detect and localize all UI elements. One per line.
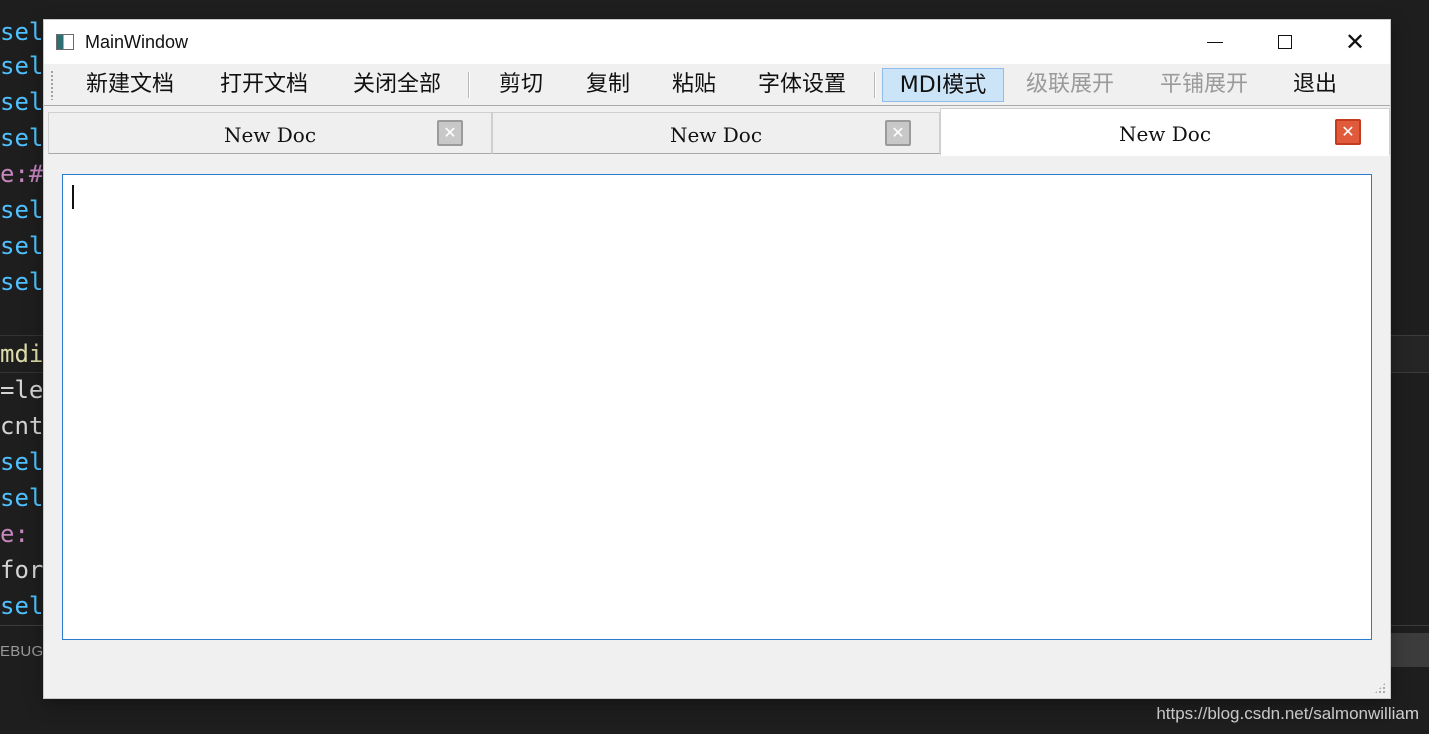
editor-line: sel <box>0 52 44 80</box>
close-icon[interactable]: ✕ <box>1320 20 1390 64</box>
main-window: MainWindow ✕ 新建文档 打开文档 关闭全部 剪切 复制 粘贴 字体设… <box>44 20 1390 698</box>
toolbar-open-document[interactable]: 打开文档 <box>214 70 314 100</box>
editor-line: sel <box>0 124 44 152</box>
maximize-icon[interactable] <box>1250 20 1320 64</box>
toolbar-copy[interactable]: 复制 <box>580 70 636 100</box>
tab-new-doc-2[interactable]: New Doc ✕ <box>492 112 940 154</box>
tab-new-doc-1[interactable]: New Doc ✕ <box>48 112 492 154</box>
resize-grip-icon[interactable] <box>1374 682 1386 694</box>
toolbar-mdi-mode[interactable]: MDI模式 <box>882 68 1004 102</box>
document-tabs: New Doc ✕ New Doc ✕ New Doc ✕ <box>48 108 1390 156</box>
toolbar-separator <box>468 72 470 98</box>
toolbar: 新建文档 打开文档 关闭全部 剪切 复制 粘贴 字体设置 MDI模式 级联展开 … <box>44 64 1390 106</box>
toolbar-font-settings[interactable]: 字体设置 <box>752 70 852 100</box>
editor-line: sel <box>0 88 44 116</box>
tab-label: New Doc <box>223 123 317 147</box>
toolbar-grip-icon[interactable] <box>50 70 54 100</box>
toolbar-tile[interactable]: 平铺展开 <box>1154 70 1254 100</box>
toolbar-cut[interactable]: 剪切 <box>493 70 549 100</box>
tab-close-icon[interactable]: ✕ <box>885 120 911 146</box>
editor-line: e:# <box>0 160 44 188</box>
toolbar-exit[interactable]: 退出 <box>1287 70 1343 100</box>
tab-new-doc-3[interactable]: New Doc ✕ <box>940 108 1390 156</box>
tab-close-icon[interactable]: ✕ <box>437 120 463 146</box>
editor-side-panel <box>1390 335 1429 373</box>
editor-line: sel <box>0 592 44 620</box>
editor-right-panel <box>1390 633 1429 667</box>
editor-line: sel <box>0 232 44 260</box>
tab-label: New Doc <box>1118 122 1212 146</box>
toolbar-new-document[interactable]: 新建文档 <box>80 70 180 100</box>
editor-line: sel <box>0 484 44 512</box>
watermark-text: https://blog.csdn.net/salmonwilliam <box>1156 704 1419 723</box>
title-bar: MainWindow ✕ <box>44 20 1390 64</box>
text-editor[interactable] <box>62 174 1372 640</box>
editor-line: sel <box>0 448 44 476</box>
editor-line: sel <box>0 18 44 46</box>
text-cursor <box>72 185 74 209</box>
toolbar-close-all[interactable]: 关闭全部 <box>347 70 447 100</box>
app-icon <box>56 34 74 50</box>
tab-close-icon[interactable]: ✕ <box>1335 119 1361 145</box>
editor-line: sel <box>0 196 44 224</box>
minimize-icon[interactable] <box>1180 20 1250 64</box>
editor-line: e: <box>0 520 29 548</box>
toolbar-separator <box>874 72 876 98</box>
window-title: MainWindow <box>85 31 189 52</box>
editor-line: for <box>0 556 44 584</box>
toolbar-cascade[interactable]: 级联展开 <box>1020 70 1120 100</box>
window-controls: ✕ <box>1180 20 1390 64</box>
tab-label: New Doc <box>669 123 763 147</box>
editor-line: sel <box>0 268 44 296</box>
toolbar-paste[interactable]: 粘贴 <box>666 70 722 100</box>
